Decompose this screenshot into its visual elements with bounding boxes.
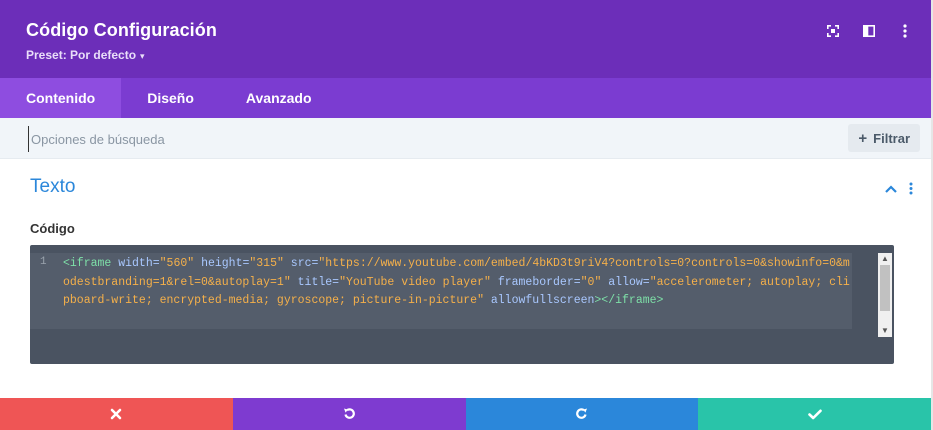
code-editor[interactable]: 1 <iframe width="560" height="315" src="…	[30, 245, 894, 364]
code-token-attr: src=	[290, 257, 319, 270]
modal-footer	[0, 398, 931, 430]
more-vertical-icon[interactable]	[897, 23, 913, 39]
tab-diseno[interactable]: Diseño	[121, 78, 220, 118]
redo-button[interactable]	[465, 398, 699, 430]
plus-icon: +	[858, 129, 868, 147]
settings-modal: Código Configuración Preset: Por defecto…	[0, 0, 931, 430]
preset-label: Preset: Por defecto	[26, 48, 137, 62]
code-content[interactable]: <iframe width="560" height="315" src="ht…	[63, 255, 853, 311]
undo-button[interactable]	[232, 398, 466, 430]
tab-contenido[interactable]: Contenido	[0, 78, 122, 118]
more-vertical-icon[interactable]	[909, 182, 913, 195]
editor-scrollbar[interactable]: ▲ ▼	[878, 253, 892, 337]
code-token-value: "560"	[159, 257, 195, 270]
section-actions	[885, 182, 913, 195]
filter-button[interactable]: + Filtrar	[848, 124, 920, 152]
save-button[interactable]	[698, 398, 931, 430]
close-icon	[111, 408, 122, 420]
code-token-value: "YouTube video player"	[339, 275, 491, 289]
code-field-label: Código	[30, 221, 75, 236]
code-token-attr: allowfullscreen	[490, 294, 595, 307]
scroll-down-arrow-icon[interactable]: ▼	[878, 325, 892, 337]
search-input[interactable]	[28, 126, 733, 152]
redo-icon	[576, 408, 587, 419]
chevron-up-icon[interactable]	[885, 184, 897, 193]
header-actions	[825, 23, 913, 39]
filter-label: Filtrar	[873, 130, 910, 146]
code-token-attr: height=	[201, 257, 250, 270]
scroll-thumb[interactable]	[880, 265, 890, 311]
code-token-tag-open: <iframe	[63, 257, 112, 270]
code-token-attr: allow=	[608, 275, 650, 289]
scroll-up-arrow-icon[interactable]: ▲	[878, 253, 892, 265]
caret-down-icon: ▾	[140, 51, 145, 61]
modal-header: Código Configuración Preset: Por defecto…	[0, 0, 931, 78]
code-token-attr: frameborder=	[497, 275, 581, 289]
code-token-value: "315"	[249, 257, 284, 270]
code-token-value: "0"	[580, 275, 602, 289]
cancel-button[interactable]	[0, 398, 233, 430]
code-token-attr: title=	[297, 275, 340, 289]
preset-selector[interactable]: Preset: Por defecto ▾	[26, 48, 145, 62]
modal-title: Código Configuración	[26, 20, 217, 40]
check-icon	[807, 409, 822, 419]
section-title[interactable]: Texto	[30, 176, 75, 198]
line-number: 1	[40, 256, 47, 268]
sidebar-layout-icon[interactable]	[861, 23, 877, 39]
search-bar: + Filtrar	[0, 118, 931, 159]
code-token-tag-close: ></iframe>	[594, 294, 664, 307]
tab-bar: Contenido Diseño Avanzado	[0, 78, 931, 118]
code-token-attr: width=	[118, 257, 160, 270]
expand-icon[interactable]	[825, 23, 841, 39]
undo-icon	[344, 408, 355, 419]
tab-avanzado[interactable]: Avanzado	[220, 78, 338, 118]
